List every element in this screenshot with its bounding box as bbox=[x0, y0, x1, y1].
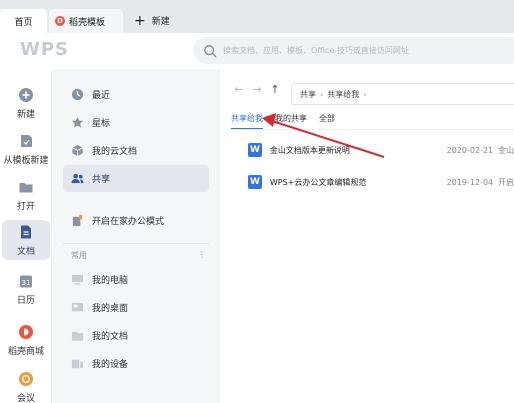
up-arrow-icon[interactable]: ↑ bbox=[266, 83, 284, 96]
nav-section-common: 常用 ⋮ bbox=[71, 250, 206, 261]
document-icon bbox=[21, 225, 31, 238]
main-content: ← → ↑ 共享 › 共享给我 › 共享给我 我的共享 全部 W 金山文档版本更… bbox=[220, 69, 514, 403]
file-owner: 金山 bbox=[498, 145, 514, 155]
nav-item-starred[interactable]: 星标 bbox=[63, 109, 209, 136]
tab-home-label: 首页 bbox=[14, 17, 33, 28]
nav-item-shared-label: 共享 bbox=[92, 175, 111, 185]
file-date: 2019-12-04 bbox=[446, 177, 494, 187]
plus-icon: + bbox=[134, 12, 146, 29]
subtab-divider bbox=[231, 129, 514, 130]
header: WPS 搜索文档、应用、模板、Office 技巧或直接访问网址 bbox=[0, 33, 514, 69]
new-tab-label: 新建 bbox=[151, 17, 170, 27]
tab-all[interactable]: 全部 bbox=[319, 113, 335, 130]
rail-from-template-label: 从模板新建 bbox=[3, 156, 49, 166]
tab-docer[interactable]: D 稻壳模板 bbox=[49, 9, 123, 33]
rail-open[interactable]: 打开 bbox=[2, 179, 50, 212]
share-users-icon bbox=[71, 173, 84, 184]
rail-calendar[interactable]: 31 日历 bbox=[2, 273, 50, 306]
word-doc-icon: W bbox=[248, 143, 262, 157]
forward-arrow-icon[interactable]: → bbox=[248, 83, 266, 96]
nav-item-my-computer-label: 我的电脑 bbox=[92, 276, 129, 286]
nav-item-my-desktop-label: 我的桌面 bbox=[92, 304, 129, 314]
docer-logo-icon: D bbox=[55, 16, 65, 26]
file-name: WPS+云办公文章编辑规范 bbox=[269, 177, 367, 187]
rail-open-label: 打开 bbox=[16, 202, 35, 212]
file-row[interactable]: W WPS+云办公文章编辑规范 2019-12-04 开启 bbox=[248, 169, 514, 195]
file-row[interactable]: W 金山文档版本更新说明 2020-02-21 金山 bbox=[248, 137, 514, 163]
tab-home[interactable]: 首页 bbox=[0, 9, 47, 33]
star-icon bbox=[71, 116, 84, 128]
calendar-icon: 31 bbox=[20, 275, 32, 288]
file-date: 2020-02-21 bbox=[446, 145, 494, 155]
wps-logo: WPS bbox=[20, 39, 70, 60]
nav-section-label: 常用 bbox=[71, 251, 87, 260]
rail-documents[interactable]: 文档 bbox=[2, 220, 50, 260]
breadcrumb-item-shared[interactable]: 共享 bbox=[300, 89, 316, 100]
file-name: 金山文档版本更新说明 bbox=[269, 145, 350, 155]
rail-docer-store-label: 稻壳商城 bbox=[7, 347, 44, 357]
subtabs: 共享给我 我的共享 全部 bbox=[231, 113, 347, 130]
new-tab-button[interactable]: + 新建 bbox=[134, 12, 170, 29]
folder-icon bbox=[19, 183, 33, 193]
rail-meeting-label: 会议 bbox=[16, 394, 35, 403]
desktop-icon bbox=[71, 302, 84, 312]
nav-divider bbox=[63, 243, 209, 244]
rail-docer-store[interactable]: 稻壳商城 bbox=[2, 324, 50, 357]
nav-item-my-devices[interactable]: 我的设备 bbox=[63, 350, 209, 377]
nav-item-recent-label: 最近 bbox=[92, 91, 111, 101]
tab-docer-label: 稻壳模板 bbox=[69, 17, 106, 28]
nav-item-home-office-label: 开启在家办公模式 bbox=[92, 217, 165, 227]
computer-icon bbox=[71, 274, 84, 285]
nav-panel: 最近 星标 我的云文档 共享 开启在家办公模式 常用 ⋮ 我的电脑 我的桌面 我… bbox=[53, 69, 220, 403]
tab-bar: 首页 D 稻壳模板 + 新建 bbox=[0, 0, 514, 33]
nav-item-home-office[interactable]: 开启在家办公模式 bbox=[63, 207, 209, 234]
home-office-icon bbox=[72, 214, 83, 227]
rail-calendar-label: 日历 bbox=[16, 296, 35, 306]
nav-item-cloud-docs-label: 我的云文档 bbox=[92, 147, 138, 157]
rail-meeting[interactable]: 会议 bbox=[2, 371, 50, 403]
nav-item-my-desktop[interactable]: 我的桌面 bbox=[63, 294, 209, 321]
rail-from-template[interactable]: 从模板新建 bbox=[2, 133, 50, 166]
clock-icon bbox=[71, 88, 84, 101]
back-arrow-icon[interactable]: ← bbox=[230, 83, 248, 96]
nav-item-cloud-docs[interactable]: 我的云文档 bbox=[63, 137, 209, 164]
nav-item-recent[interactable]: 最近 bbox=[63, 81, 209, 108]
device-icon bbox=[71, 359, 84, 369]
nav-toolbar: ← → ↑ bbox=[230, 83, 284, 96]
search-icon bbox=[204, 44, 217, 57]
more-options-icon[interactable]: ⋮ bbox=[198, 250, 206, 261]
cloud-doc-icon bbox=[72, 144, 83, 157]
nav-item-my-computer[interactable]: 我的电脑 bbox=[63, 266, 209, 293]
file-owner: 开启 bbox=[498, 177, 514, 187]
my-docs-icon bbox=[71, 331, 84, 341]
nav-item-my-documents-label: 我的文档 bbox=[92, 332, 129, 342]
svg-text:31: 31 bbox=[22, 279, 31, 287]
chevron-right-icon: › bbox=[320, 89, 324, 99]
rail-documents-label: 文档 bbox=[16, 246, 35, 257]
left-rail: 新建 从模板新建 打开 文档 31 日历 稻壳商城 会议 bbox=[0, 69, 52, 403]
search-input[interactable]: 搜索文档、应用、模板、Office 技巧或直接访问网址 bbox=[193, 37, 514, 64]
plus-circle-icon bbox=[19, 88, 33, 102]
nav-item-my-documents[interactable]: 我的文档 bbox=[63, 322, 209, 349]
tab-shared-with-me[interactable]: 共享给我 bbox=[231, 113, 263, 130]
breadcrumb-item-shared-with-me[interactable]: 共享给我 bbox=[327, 89, 359, 100]
nav-item-my-devices-label: 我的设备 bbox=[92, 360, 129, 370]
breadcrumb: 共享 › 共享给我 › bbox=[291, 83, 514, 105]
nav-item-starred-label: 星标 bbox=[92, 119, 111, 129]
search-placeholder: 搜索文档、应用、模板、Office 技巧或直接访问网址 bbox=[223, 46, 409, 55]
meeting-icon bbox=[19, 372, 33, 386]
rail-new-label: 新建 bbox=[16, 110, 35, 120]
rail-new[interactable]: 新建 bbox=[2, 87, 50, 120]
tab-my-shares[interactable]: 我的共享 bbox=[275, 113, 307, 130]
template-icon bbox=[21, 135, 32, 147]
docer-store-icon bbox=[19, 325, 33, 339]
chevron-right-icon: › bbox=[363, 89, 367, 99]
nav-item-shared[interactable]: 共享 bbox=[63, 165, 209, 192]
word-doc-icon: W bbox=[248, 175, 262, 189]
